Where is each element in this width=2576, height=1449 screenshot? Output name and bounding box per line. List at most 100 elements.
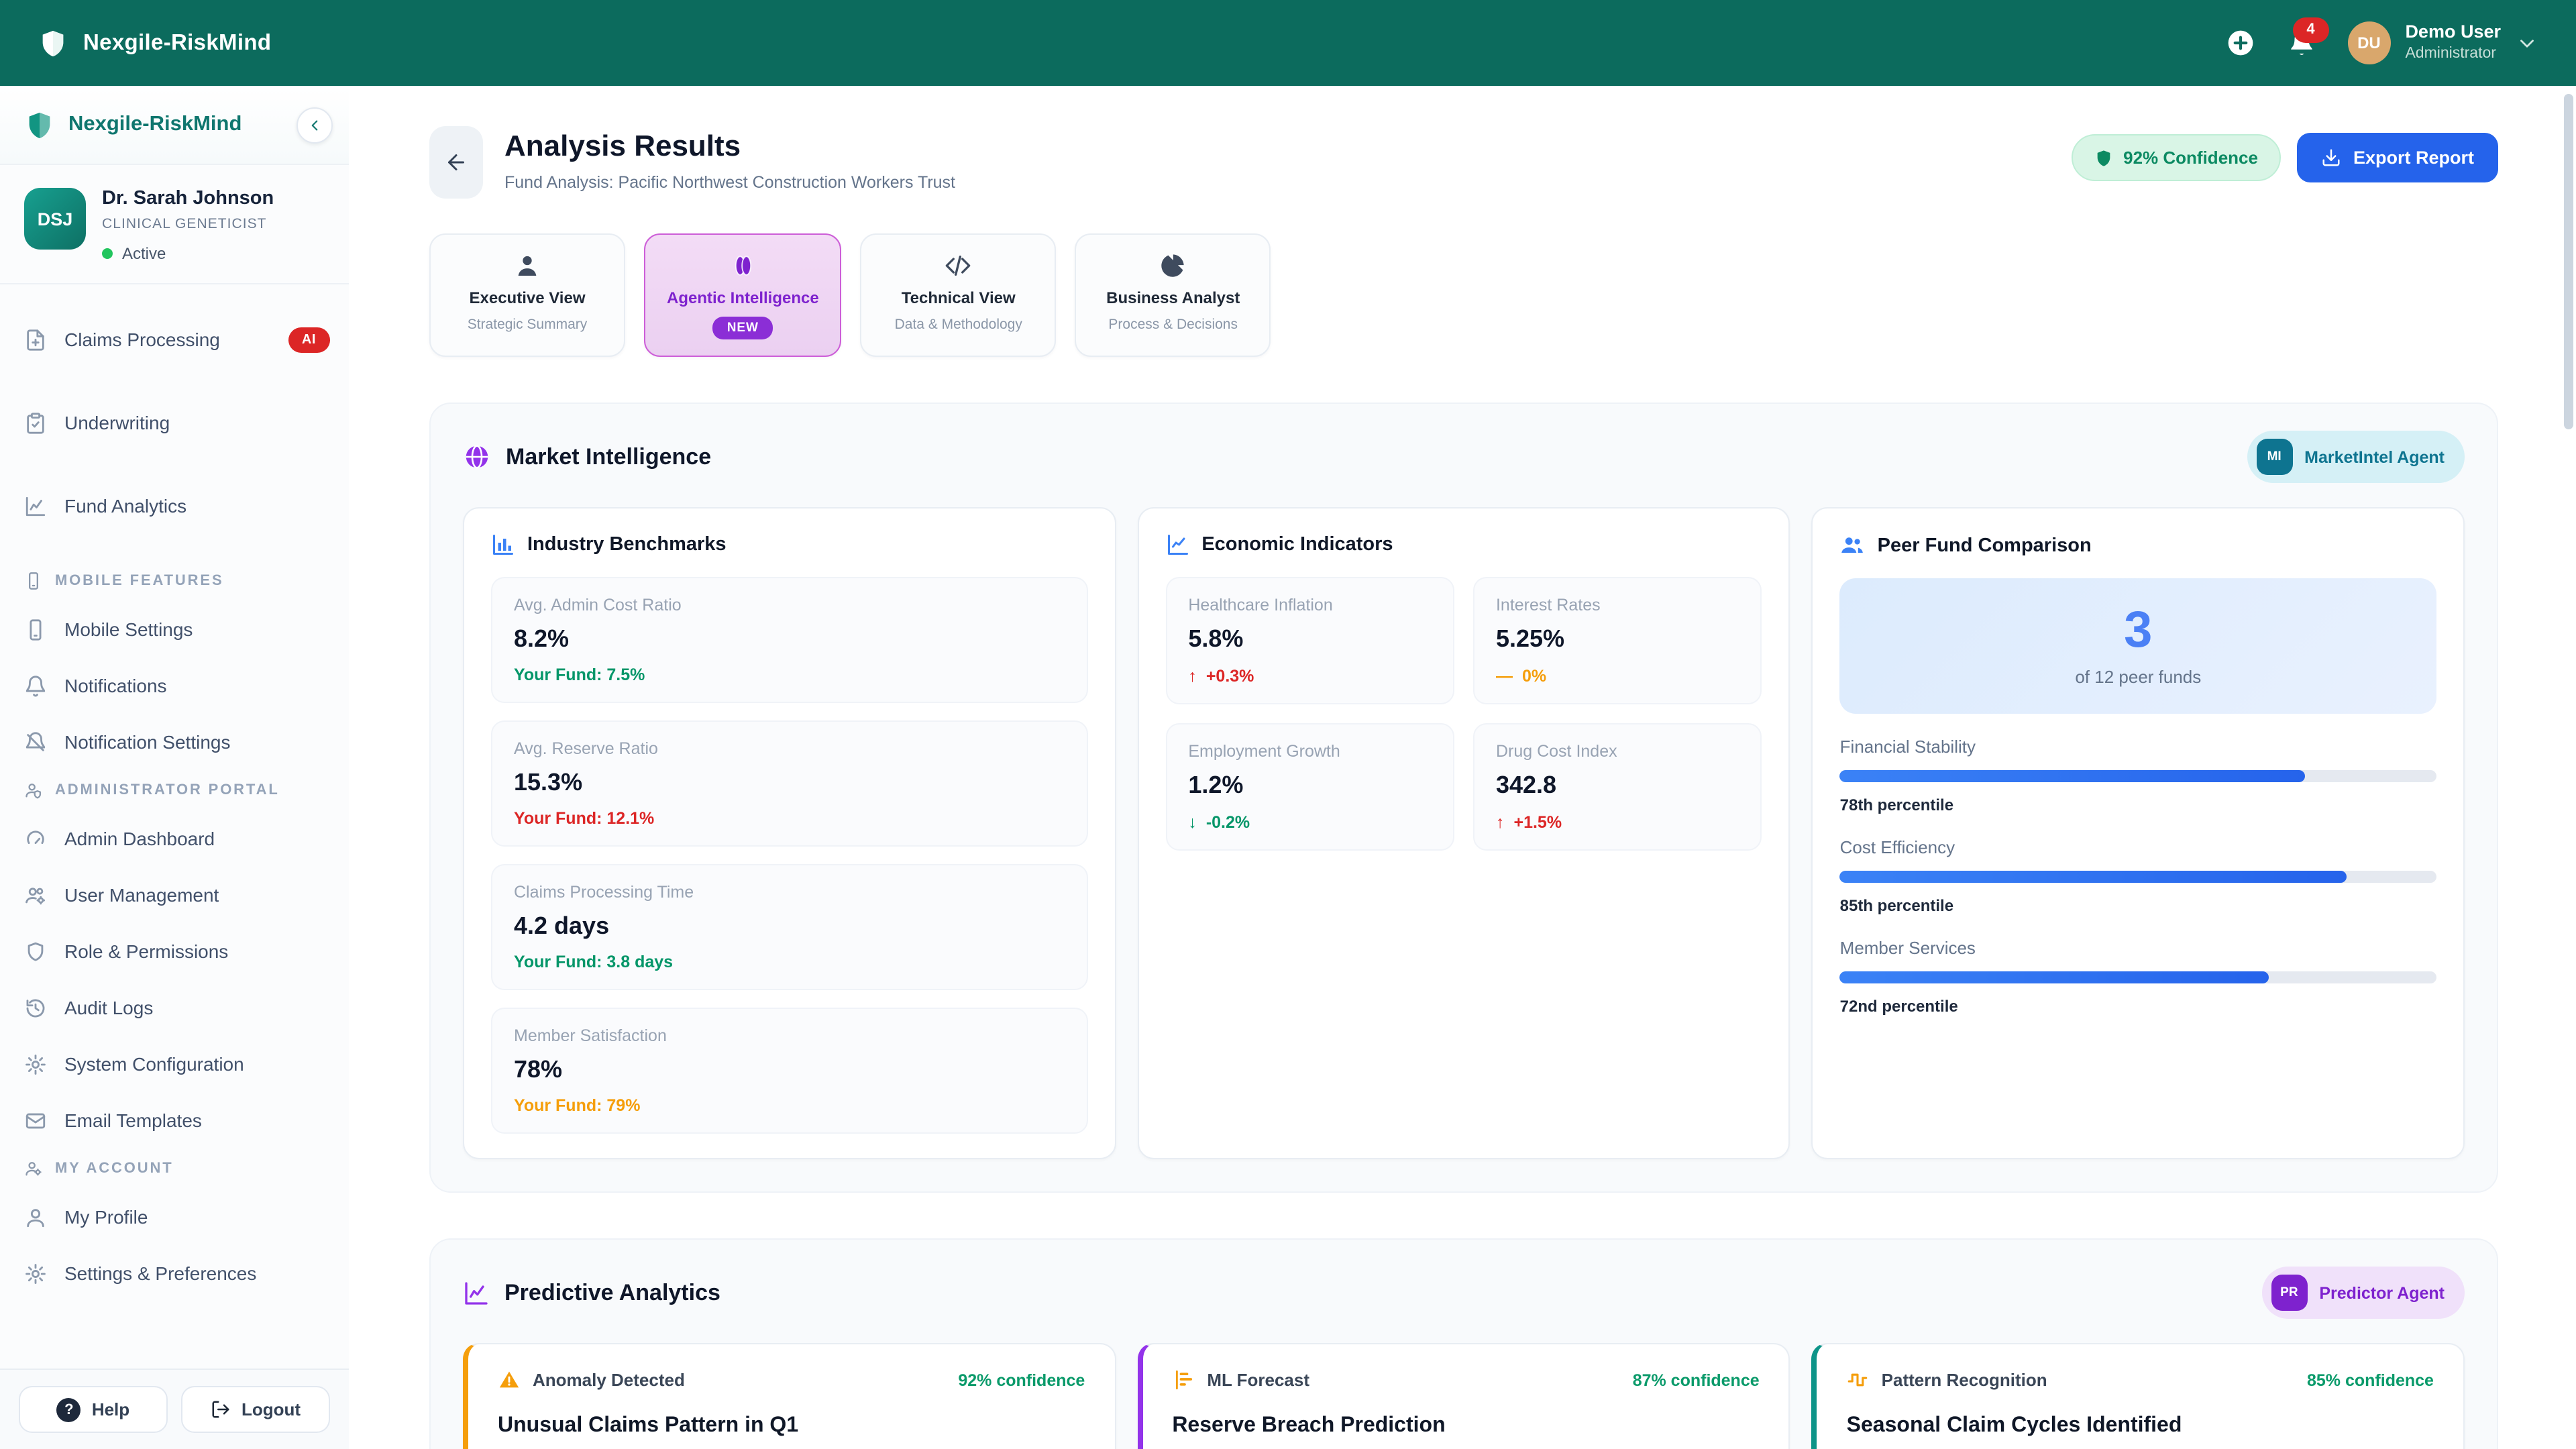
sidebar-item-email-templates[interactable]: Email Templates [24, 1103, 330, 1138]
percentile-bar: Cost Efficiency 85th percentile [1839, 837, 2436, 915]
page-header: Analysis Results Fund Analysis: Pacific … [429, 126, 2498, 199]
economic-tile: Healthcare Inflation 5.8% ↑ +0.3% [1165, 577, 1454, 704]
notification-count-badge: 4 [2292, 17, 2329, 42]
history-icon [26, 998, 45, 1017]
gear-icon [25, 1263, 46, 1283]
envelope-icon [25, 1112, 46, 1128]
sidebar-section-administrator-portal: ADMINISTRATOR PORTAL [24, 781, 330, 800]
code-icon [946, 256, 971, 276]
page-subtitle: Fund Analysis: Pacific Northwest Constru… [504, 173, 955, 192]
sidebar-item-notification-settings[interactable]: Notification Settings [24, 724, 330, 759]
gear-icon [25, 1054, 46, 1074]
person-icon [518, 256, 537, 276]
tab-agentic-intelligence[interactable]: Agentic Intelligence NEW [644, 233, 842, 357]
chevron-left-icon [311, 119, 318, 130]
bell-icon [25, 675, 46, 696]
anomaly-detected-card: Anomaly Detected 92% confidence Unusual … [463, 1343, 1116, 1449]
section-title: Market Intelligence [506, 443, 712, 469]
tab-business-analyst[interactable]: Business Analyst Process & Decisions [1075, 233, 1271, 357]
users-gear-icon [25, 887, 46, 904]
profile-name: Dr. Sarah Johnson [102, 188, 274, 209]
mobile-icon [29, 572, 38, 590]
brand-shield-icon [42, 30, 64, 56]
brain-icon [735, 256, 751, 276]
user-menu[interactable]: DU Demo User Administrator [2347, 21, 2538, 64]
sidebar-item-settings-preferences[interactable]: Settings & Preferences [24, 1256, 330, 1291]
tab-technical-view[interactable]: Technical View Data & Methodology [860, 233, 1057, 357]
sidebar-shield-icon [29, 111, 50, 138]
confidence-badge: 92% Confidence [2071, 134, 2281, 181]
sidebar-item-my-profile[interactable]: My Profile [24, 1199, 330, 1234]
add-button[interactable] [2225, 28, 2255, 58]
trend-up-icon: ↑ [1495, 813, 1505, 832]
top-header: Nexgile-RiskMind 4 DU Demo User Administ… [0, 0, 2576, 86]
user-name: Demo User [2405, 21, 2501, 42]
notifications-button[interactable]: 4 [2287, 17, 2329, 57]
percentile-bar: Member Services 72nd percentile [1839, 938, 2436, 1016]
shield-check-icon [2096, 150, 2110, 166]
sidebar-item-mobile-settings[interactable]: Mobile Settings [24, 612, 330, 647]
warning-triangle-icon [499, 1371, 519, 1388]
user-role: Administrator [2405, 46, 2496, 62]
header-actions: 4 DU Demo User Administrator [2225, 17, 2538, 64]
file-plus-icon [27, 329, 44, 350]
users-icon [1841, 537, 1864, 553]
waveform-icon [1848, 1373, 1868, 1387]
peer-fund-comparison-card: Peer Fund Comparison 3 of 12 peer funds … [1811, 507, 2465, 1159]
sidebar-item-role-permissions[interactable]: Role & Permissions [24, 934, 330, 969]
confidence-label: 92% confidence [958, 1371, 1085, 1389]
predictor-agent-pill[interactable]: PR Predictor Agent [2261, 1267, 2465, 1319]
sidebar-item-fund-analytics[interactable]: Fund Analytics [24, 488, 330, 523]
bar-chart-icon [493, 535, 513, 555]
marketintel-agent-pill[interactable]: MI MarketIntel Agent [2247, 431, 2465, 483]
sidebar-footer: ? Help Logout [0, 1368, 349, 1449]
logout-button[interactable]: Logout [181, 1386, 330, 1433]
economic-indicators-card: Economic Indicators Healthcare Inflation… [1137, 507, 1790, 1159]
back-button[interactable] [429, 126, 483, 199]
download-icon [2322, 149, 2340, 166]
mobile-icon [30, 619, 42, 640]
sidebar-item-underwriting[interactable]: Underwriting [24, 405, 330, 440]
question-icon: ? [56, 1397, 81, 1421]
page-title: Analysis Results [504, 129, 741, 162]
ml-forecast-card: ML Forecast 87% confidence Reserve Breac… [1137, 1343, 1790, 1449]
sidebar-header: Nexgile-RiskMind [0, 86, 349, 165]
sidebar-brand-name: Nexgile-RiskMind [68, 113, 242, 136]
sidebar-item-system-configuration[interactable]: System Configuration [24, 1046, 330, 1081]
sidebar-item-claims-processing[interactable]: Claims Processing AI [24, 322, 330, 357]
help-button[interactable]: ? Help [19, 1386, 168, 1433]
sidebar: Nexgile-RiskMind DSJ Dr. Sarah Johnson C… [0, 86, 350, 1449]
section-title: Predictive Analytics [504, 1279, 720, 1305]
status-dot [102, 248, 113, 259]
trend-flat-icon: — [1495, 667, 1513, 686]
user-shield-icon [25, 784, 42, 799]
line-chart-icon [1167, 535, 1188, 555]
trend-up-icon: ↑ [1188, 667, 1197, 686]
arrow-left-icon [448, 154, 464, 170]
status-label: Active [122, 244, 166, 263]
user-icon [27, 1208, 44, 1227]
benchmark-tile: Member Satisfaction 78% Your Fund: 79% [491, 1008, 1088, 1134]
market-intelligence-section: Market Intelligence MI MarketIntel Agent… [429, 402, 2498, 1193]
chart-line-icon [25, 496, 46, 516]
sidebar-item-audit-logs[interactable]: Audit Logs [24, 990, 330, 1025]
globe-icon [466, 445, 488, 469]
sidebar-section-my-account: MY ACCOUNT [24, 1159, 330, 1178]
sidebar-item-notifications[interactable]: Notifications [24, 668, 330, 703]
profile-status: Active [102, 244, 274, 263]
sidebar-profile-card: DSJ Dr. Sarah Johnson CLINICAL GENETICIS… [0, 165, 349, 284]
trend-down-icon: ↓ [1188, 813, 1197, 832]
industry-benchmarks-card: Industry Benchmarks Avg. Admin Cost Rati… [463, 507, 1116, 1159]
sidebar-item-user-management[interactable]: User Management [24, 877, 330, 912]
view-tabs: Executive View Strategic Summary Agentic… [429, 233, 2498, 357]
export-report-button[interactable]: Export Report [2296, 133, 2498, 182]
sidebar-section-mobile-features: MOBILE FEATURES [24, 572, 330, 590]
main-scrollbar-thumb[interactable] [2564, 94, 2573, 429]
sidebar-nav: Claims Processing AI Underwriting Fund A… [0, 284, 349, 1291]
tab-executive-view[interactable]: Executive View Strategic Summary [429, 233, 625, 357]
bell-slash-icon [25, 731, 46, 751]
shield-icon [28, 941, 44, 961]
sidebar-collapse-button[interactable] [297, 107, 333, 143]
profile-title: CLINICAL GENETICIST [102, 216, 267, 232]
sidebar-item-admin-dashboard[interactable]: Admin Dashboard [24, 821, 330, 856]
